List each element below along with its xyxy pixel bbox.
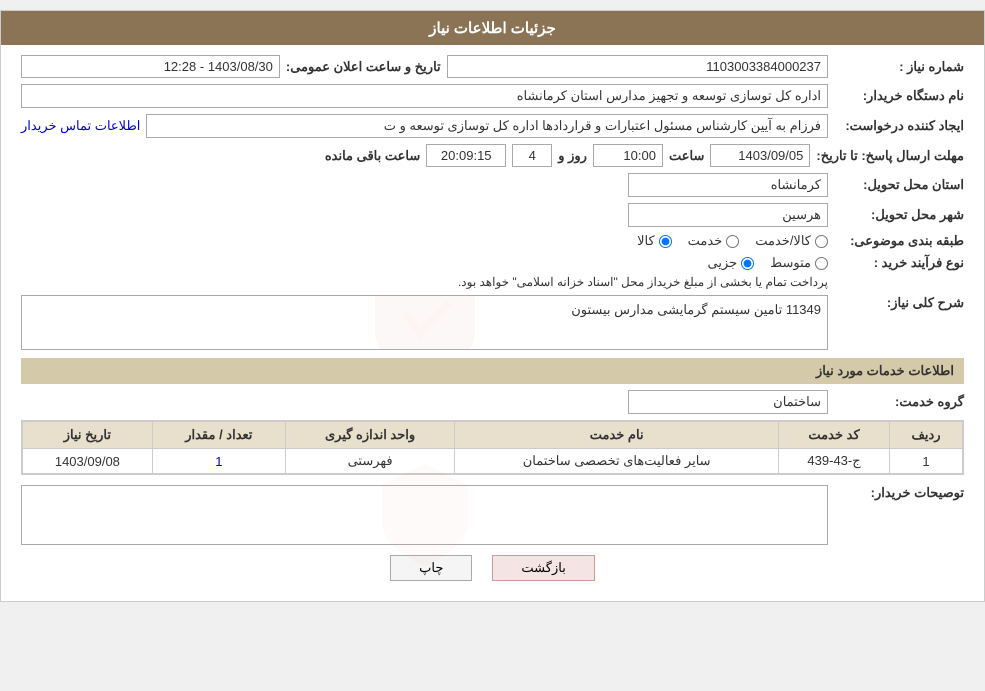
- back-button[interactable]: بازگشت: [492, 555, 594, 581]
- saaat-value: 10:00: [593, 144, 663, 167]
- grooh-khedmat-value: ساختمان: [628, 390, 828, 414]
- col-nam: نام خدمت: [455, 422, 779, 449]
- tarikh-value: 1403/08/30 - 12:28: [21, 55, 280, 78]
- cell-tarikh: 1403/09/08: [23, 449, 153, 474]
- radio-motevaset-label: متوسط: [770, 255, 811, 271]
- rooz-label: روز و: [558, 148, 587, 164]
- tamas-khardar-link[interactable]: اطلاعات تماس خریدار: [21, 118, 140, 134]
- radio-jozi[interactable]: جزیی: [707, 255, 754, 271]
- tarikh-label: تاریخ و ساعت اعلان عمومی:: [286, 59, 441, 75]
- col-tarikh: تاریخ نیاز: [23, 422, 153, 449]
- tabaqe-label: طبقه بندی موضوعی:: [834, 233, 964, 249]
- cell-tedad: 1: [152, 449, 285, 474]
- radio-motevaset[interactable]: متوسط: [770, 255, 828, 271]
- shahr-value: هرسین: [628, 203, 828, 227]
- page-title: جزئیات اطلاعات نیاز: [1, 11, 984, 45]
- radio-kala[interactable]: کالا: [637, 233, 672, 249]
- table-row: 1 ج-43-439 سایر فعالیت‌های تخصصی ساختمان…: [23, 449, 963, 474]
- ijad-konande-label: ایجاد کننده درخواست:: [834, 118, 964, 134]
- baqi-value: 20:09:15: [426, 144, 506, 167]
- mohlat-label: مهلت ارسال پاسخ: تا تاریخ:: [816, 148, 964, 164]
- baqi-label: ساعت باقی مانده: [325, 148, 420, 164]
- shomare-niaz-label: شماره نیاز :: [834, 59, 964, 75]
- radio-jozi-label: جزیی: [707, 255, 737, 271]
- ostan-value: کرمانشاه: [628, 173, 828, 197]
- sharh-koli-label: شرح کلی نیاز:: [834, 295, 964, 311]
- cell-nam: سایر فعالیت‌های تخصصی ساختمان: [455, 449, 779, 474]
- col-vahed: واحد اندازه گیری: [285, 422, 454, 449]
- cell-kod: ج-43-439: [779, 449, 890, 474]
- grooh-khedmat-label: گروه خدمت:: [834, 394, 964, 410]
- nam-dasgah-label: نام دستگاه خریدار:: [834, 88, 964, 104]
- tabaqe-radio-group: کالا/خدمت خدمت کالا: [637, 233, 828, 249]
- ostan-label: استان محل تحویل:: [834, 177, 964, 193]
- no-farayand-label: نوع فرآیند خرید :: [834, 255, 964, 271]
- rooz-value: 4: [512, 144, 552, 167]
- mohlat-date: 1403/09/05: [710, 144, 810, 167]
- cell-radif: 1: [890, 449, 963, 474]
- shomare-niaz-value: 1103003384000237: [447, 55, 828, 78]
- col-kod: کد خدمت: [779, 422, 890, 449]
- col-tedad: تعداد / مقدار: [152, 422, 285, 449]
- farayand-radio-group: متوسط جزیی: [458, 255, 828, 271]
- services-section-title: اطلاعات خدمات مورد نیاز: [21, 358, 964, 384]
- ijad-konande-value: فرزام به آیین کارشناس مسئول اعتبارات و ق…: [146, 114, 828, 138]
- cell-vahed: فهرستی: [285, 449, 454, 474]
- buttons-row: بازگشت چاپ: [21, 555, 964, 581]
- col-radif: ردیف: [890, 422, 963, 449]
- shahr-label: شهر محل تحویل:: [834, 207, 964, 223]
- radio-kala-khedmat-label: کالا/خدمت: [755, 233, 811, 249]
- radio-khedmat-label: خدمت: [688, 233, 723, 249]
- farayand-note: پرداخت تمام یا بخشی از مبلغ خریداز محل "…: [458, 275, 828, 289]
- toseif-label: توصیحات خریدار:: [834, 485, 964, 501]
- nam-dasgah-value: اداره کل توسازی توسعه و تجهیز مدارس استا…: [21, 84, 828, 108]
- services-table: ردیف کد خدمت نام خدمت واحد اندازه گیری ت…: [21, 420, 964, 475]
- saaat-label: ساعت: [669, 148, 704, 164]
- print-button[interactable]: چاپ: [390, 555, 472, 581]
- sharh-koli-value: 11349 تامین سیستم گرمایشی مدارس بیستون: [28, 302, 821, 318]
- radio-kala-khedmat[interactable]: کالا/خدمت: [755, 233, 828, 249]
- radio-kala-label: کالا: [637, 233, 655, 249]
- radio-khedmat[interactable]: خدمت: [688, 233, 740, 249]
